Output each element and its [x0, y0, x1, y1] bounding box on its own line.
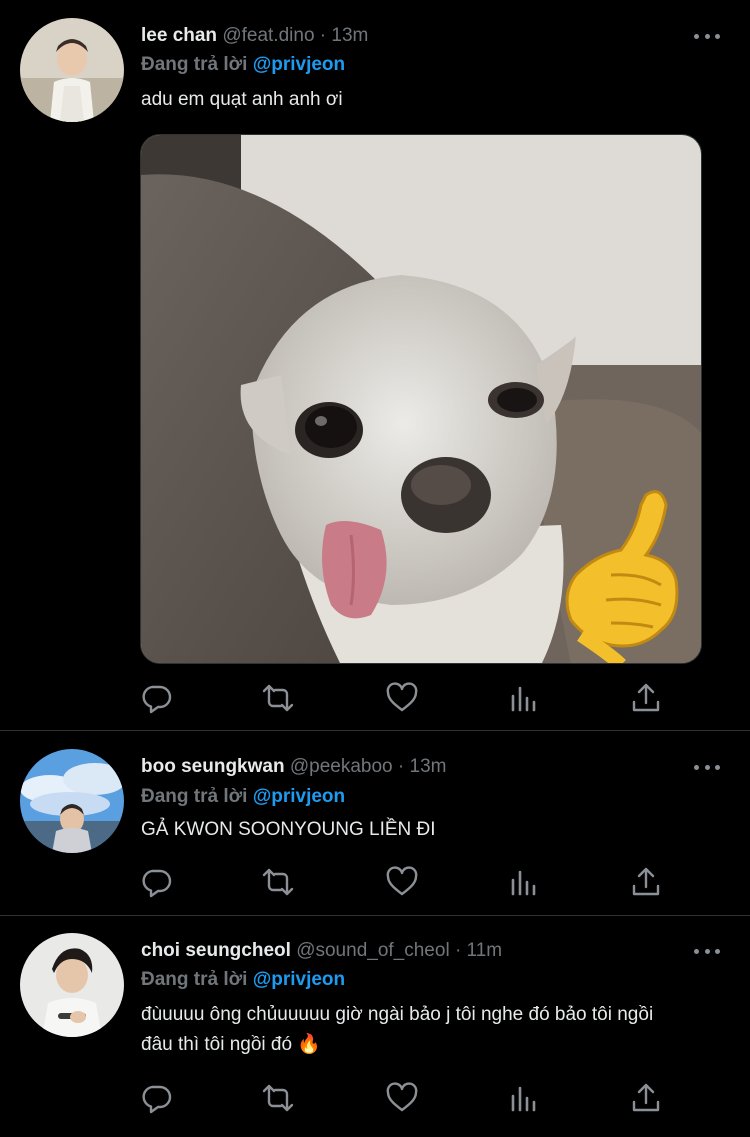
tweet-actions: [140, 1082, 680, 1114]
tweet-text-line: đâu thì tôi ngồi đó 🔥: [141, 1034, 321, 1055]
heart-icon: [386, 866, 418, 896]
reply-button[interactable]: [140, 866, 172, 898]
tweet-header: boo seungkwan @peekaboo · 13m: [141, 756, 446, 778]
views-button[interactable]: [508, 682, 540, 714]
reply-button[interactable]: [140, 1082, 172, 1114]
replying-to: Đang trả lời @privjeon: [141, 969, 345, 991]
retweet-icon: [262, 868, 294, 896]
heart-icon: [386, 1082, 418, 1112]
replying-to: Đang trả lời @privjeon: [141, 54, 345, 76]
display-name[interactable]: choi seungcheol: [141, 940, 291, 961]
retweet-icon: [262, 1084, 294, 1112]
speech-bubble-icon: [142, 869, 172, 898]
reply-handle-link[interactable]: @privjeon: [253, 54, 345, 75]
tweet[interactable]: boo seungkwan @peekaboo · 13m Đang trả l…: [0, 731, 750, 916]
more-dots-icon[interactable]: [694, 946, 720, 956]
more-dots-icon[interactable]: [694, 31, 720, 41]
handle-and-time: @feat.dino · 13m: [222, 25, 369, 46]
tweet-header: lee chan @feat.dino · 13m: [141, 25, 368, 47]
tweet-text: GẢ KWON SOONYOUNG LIỀN ĐI: [141, 819, 436, 840]
speech-bubble-icon: [142, 1085, 172, 1114]
like-button[interactable]: [386, 866, 418, 898]
handle-and-time: @peekaboo · 13m: [289, 756, 447, 777]
retweet-button[interactable]: [262, 866, 294, 898]
display-name[interactable]: boo seungkwan: [141, 756, 285, 777]
share-button[interactable]: [630, 682, 662, 714]
tweet-text: đùuuuu ông chủuuuuu giờ ngài bảo j tôi n…: [141, 1000, 721, 1060]
like-button[interactable]: [386, 682, 418, 714]
replying-to: Đang trả lời @privjeon: [141, 786, 345, 808]
more-dots-icon[interactable]: [694, 762, 720, 772]
display-name[interactable]: lee chan: [141, 25, 217, 46]
tweet-actions: [140, 682, 680, 714]
tweet-header: choi seungcheol @sound_of_cheol · 11m: [141, 940, 502, 962]
speech-bubble-icon: [142, 685, 172, 714]
like-button[interactable]: [386, 1082, 418, 1114]
tweet[interactable]: lee chan @feat.dino · 13m Đang trả lời @…: [0, 0, 750, 731]
handle-and-time: @sound_of_cheol · 11m: [296, 940, 503, 961]
share-button[interactable]: [630, 866, 662, 898]
share-button[interactable]: [630, 1082, 662, 1114]
bar-chart-icon: [511, 686, 536, 712]
tweet-text-line: đùuuuu ông chủuuuuu giờ ngài bảo j tôi n…: [141, 1004, 654, 1025]
retweet-button[interactable]: [262, 1082, 294, 1114]
avatar[interactable]: [20, 18, 124, 122]
replying-to-label: Đang trả lời: [141, 54, 248, 75]
tweet-actions: [140, 866, 680, 898]
share-icon: [632, 683, 660, 712]
tweet-text: adu em quạt anh anh ơi: [141, 89, 343, 110]
replying-to-label: Đang trả lời: [141, 786, 248, 807]
bar-chart-icon: [511, 1086, 536, 1112]
views-button[interactable]: [508, 866, 540, 898]
reply-handle-link[interactable]: @privjeon: [253, 786, 345, 807]
retweet-button[interactable]: [262, 682, 294, 714]
avatar[interactable]: [20, 749, 124, 853]
share-icon: [632, 1083, 660, 1112]
tweet[interactable]: choi seungcheol @sound_of_cheol · 11m Đa…: [0, 916, 750, 1137]
reply-handle-link[interactable]: @privjeon: [253, 969, 345, 990]
share-icon: [632, 867, 660, 896]
bar-chart-icon: [511, 870, 536, 896]
heart-icon: [386, 682, 418, 712]
reply-button[interactable]: [140, 682, 172, 714]
avatar[interactable]: [20, 933, 124, 1037]
replying-to-label: Đang trả lời: [141, 969, 248, 990]
retweet-icon: [262, 684, 294, 712]
tweet-image[interactable]: [140, 134, 702, 664]
views-button[interactable]: [508, 1082, 540, 1114]
